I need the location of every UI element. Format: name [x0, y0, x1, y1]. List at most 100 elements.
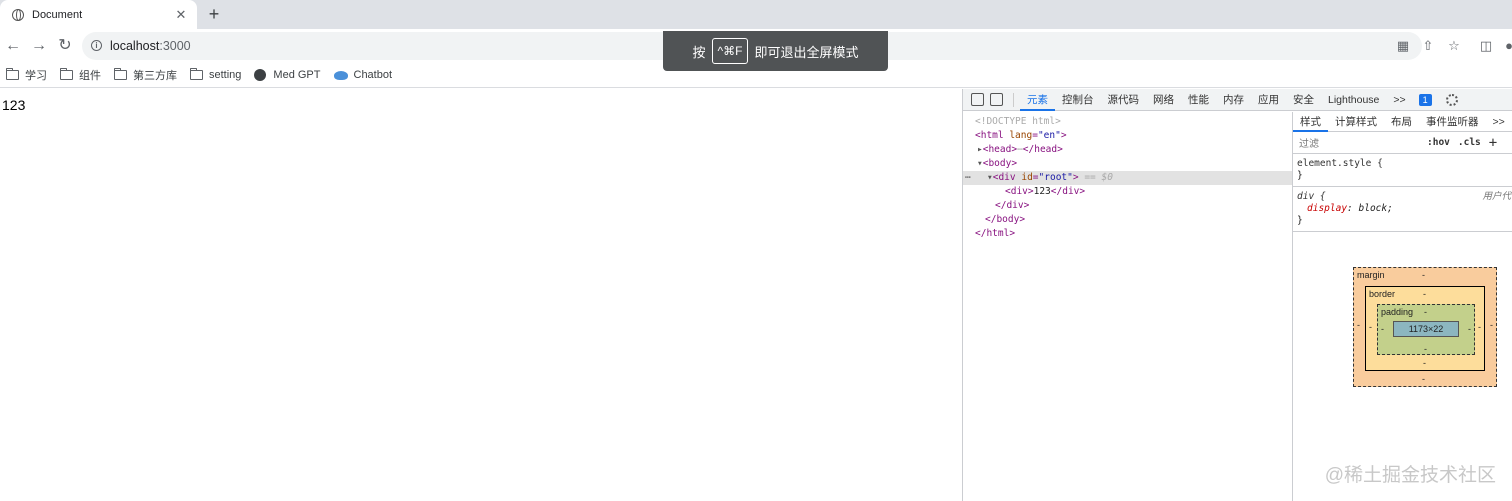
- dom-node-body[interactable]: ▾<body>: [963, 157, 1292, 171]
- doctype-text: <!DOCTYPE html>: [975, 116, 1061, 127]
- bookmark-item[interactable]: Chatbot: [333, 69, 393, 81]
- url-host: localhost: [110, 39, 160, 53]
- url-text: localhost:3000: [110, 39, 191, 53]
- more-tabs-button[interactable]: >>: [1386, 89, 1412, 111]
- tab-strip: Document ✕ +: [0, 0, 1512, 29]
- user-agent-stylesheet-label: 用户代: [1482, 191, 1511, 202]
- tag-end: >: [1072, 172, 1085, 183]
- devtools-toolbar: 元素 控制台 源代码 网络 性能 内存 应用 安全 Lighthouse >> …: [963, 89, 1512, 111]
- forward-arrow-icon[interactable]: →: [30, 37, 48, 55]
- tag-text: </html>: [975, 228, 1016, 239]
- attr-name: lang: [1009, 130, 1033, 141]
- rule-close: }: [1297, 170, 1303, 181]
- dom-node-body-close[interactable]: </body>: [963, 213, 1292, 227]
- tab-event-listeners[interactable]: 事件监听器: [1419, 112, 1486, 132]
- tag-text: <body>: [982, 158, 1018, 169]
- tab-security[interactable]: 安全: [1286, 89, 1321, 111]
- dom-node-html[interactable]: <html lang="en">: [963, 129, 1292, 143]
- device-toolbar-icon[interactable]: [990, 93, 1003, 106]
- tab-lighthouse[interactable]: Lighthouse: [1321, 89, 1386, 111]
- profile-avatar[interactable]: ●: [1500, 37, 1512, 55]
- tab-elements[interactable]: 元素: [1020, 89, 1055, 111]
- tab-application[interactable]: 应用: [1251, 89, 1286, 111]
- styles-filter-input[interactable]: 过滤: [1299, 135, 1419, 150]
- bookmark-item[interactable]: 第三方库: [114, 67, 177, 83]
- bookmark-label: Chatbot: [353, 69, 393, 81]
- side-panel-icon[interactable]: ◫: [1477, 37, 1495, 55]
- tab-layout[interactable]: 布局: [1384, 112, 1419, 132]
- translate-icon[interactable]: ▦: [1394, 37, 1412, 55]
- border-label: border: [1369, 289, 1396, 299]
- more-tabs-button[interactable]: >>: [1486, 112, 1512, 132]
- border-top-value: -: [1423, 289, 1426, 299]
- tab-styles[interactable]: 样式: [1293, 112, 1328, 132]
- dom-node-doctype[interactable]: <!DOCTYPE html>: [963, 115, 1292, 129]
- share-icon[interactable]: ⇧: [1419, 37, 1437, 55]
- tab-network[interactable]: 网络: [1146, 89, 1181, 111]
- padding-top-value: -: [1424, 307, 1427, 317]
- hov-toggle[interactable]: :hov: [1427, 137, 1450, 148]
- content-box[interactable]: 1173×22: [1393, 321, 1459, 337]
- back-arrow-icon[interactable]: ←: [4, 37, 22, 55]
- border-box[interactable]: border - - - - padding - - - - 1173×22: [1365, 286, 1485, 371]
- property-value: block;: [1358, 203, 1393, 214]
- bookmark-item[interactable]: 学习: [6, 67, 47, 83]
- tag-text: <head>: [982, 144, 1018, 155]
- close-tab-icon[interactable]: ✕: [173, 7, 189, 23]
- new-tab-button[interactable]: +: [205, 5, 223, 23]
- tab-performance[interactable]: 性能: [1181, 89, 1216, 111]
- globe-icon: [254, 69, 267, 81]
- bookmark-item[interactable]: 组件: [60, 67, 101, 83]
- folder-icon: [6, 68, 19, 80]
- attr-name: id: [1021, 172, 1033, 183]
- padding-label: padding: [1381, 307, 1414, 317]
- dom-node-inner-div[interactable]: <div>123</div>: [963, 185, 1292, 199]
- cls-toggle[interactable]: .cls: [1458, 137, 1481, 148]
- rule-selector: div {: [1297, 191, 1326, 202]
- tag-end: >: [1060, 130, 1067, 141]
- bookmark-label: 学习: [25, 70, 47, 82]
- styles-tabbar: 样式 计算样式 布局 事件监听器 >>: [1293, 112, 1512, 132]
- inspect-element-icon[interactable]: [971, 93, 984, 106]
- bookmark-item[interactable]: setting: [190, 68, 241, 81]
- styles-filter-row: 过滤 :hov .cls +: [1293, 132, 1512, 154]
- bookmark-label: 第三方库: [133, 70, 177, 82]
- reload-icon[interactable]: ↻: [56, 37, 74, 55]
- add-rule-icon[interactable]: +: [1489, 135, 1497, 151]
- bookmark-item[interactable]: Med GPT: [254, 69, 321, 81]
- folder-icon: [114, 68, 127, 80]
- dom-node-head[interactable]: ▸<head>⋯</head>: [963, 143, 1292, 157]
- shortcut-key: ^⌘F: [711, 38, 749, 64]
- dom-node-div-close[interactable]: </div>: [963, 199, 1292, 213]
- element-style-rule[interactable]: element.style { }: [1293, 154, 1512, 187]
- browser-tab[interactable]: Document ✕: [0, 0, 197, 29]
- border-right-value: -: [1478, 322, 1481, 332]
- more-options-icon[interactable]: ⋯: [965, 171, 971, 185]
- dom-node-html-close[interactable]: </html>: [963, 227, 1292, 241]
- toast-prefix: 按: [692, 44, 706, 60]
- tab-console[interactable]: 控制台: [1055, 89, 1101, 111]
- tab-computed[interactable]: 计算样式: [1328, 112, 1384, 132]
- bookmark-star-icon[interactable]: ☆: [1445, 37, 1463, 55]
- margin-box[interactable]: margin - - - - border - - - - padding - …: [1353, 267, 1497, 387]
- site-info-icon[interactable]: i: [91, 40, 102, 51]
- issues-badge[interactable]: 1: [1418, 93, 1432, 106]
- colon: :: [1347, 203, 1359, 214]
- box-model-diagram: margin - - - - border - - - - padding - …: [1353, 267, 1497, 387]
- node-text: 123: [1033, 186, 1051, 197]
- fullscreen-exit-toast: 按 ^⌘F 即可退出全屏模式: [663, 31, 888, 71]
- whale-icon: [333, 70, 348, 80]
- div-ua-rule[interactable]: 用户代 div { display: block; }: [1293, 187, 1512, 232]
- settings-gear-icon[interactable]: [1445, 93, 1458, 106]
- tab-memory[interactable]: 内存: [1216, 89, 1251, 111]
- elements-tree: <!DOCTYPE html> <html lang="en"> ▸<head>…: [963, 112, 1292, 501]
- attr-value: "root": [1038, 172, 1073, 183]
- padding-left-value: -: [1381, 324, 1384, 334]
- border-bottom-value: -: [1423, 358, 1426, 368]
- tab-sources[interactable]: 源代码: [1101, 89, 1147, 111]
- url-port: :3000: [159, 39, 191, 53]
- page-viewport: 123: [0, 89, 962, 501]
- padding-box[interactable]: padding - - - - 1173×22: [1377, 304, 1475, 355]
- globe-icon: [12, 8, 24, 21]
- dom-node-root-div[interactable]: ⋯ ▾<div id="root"> == $0: [963, 171, 1292, 185]
